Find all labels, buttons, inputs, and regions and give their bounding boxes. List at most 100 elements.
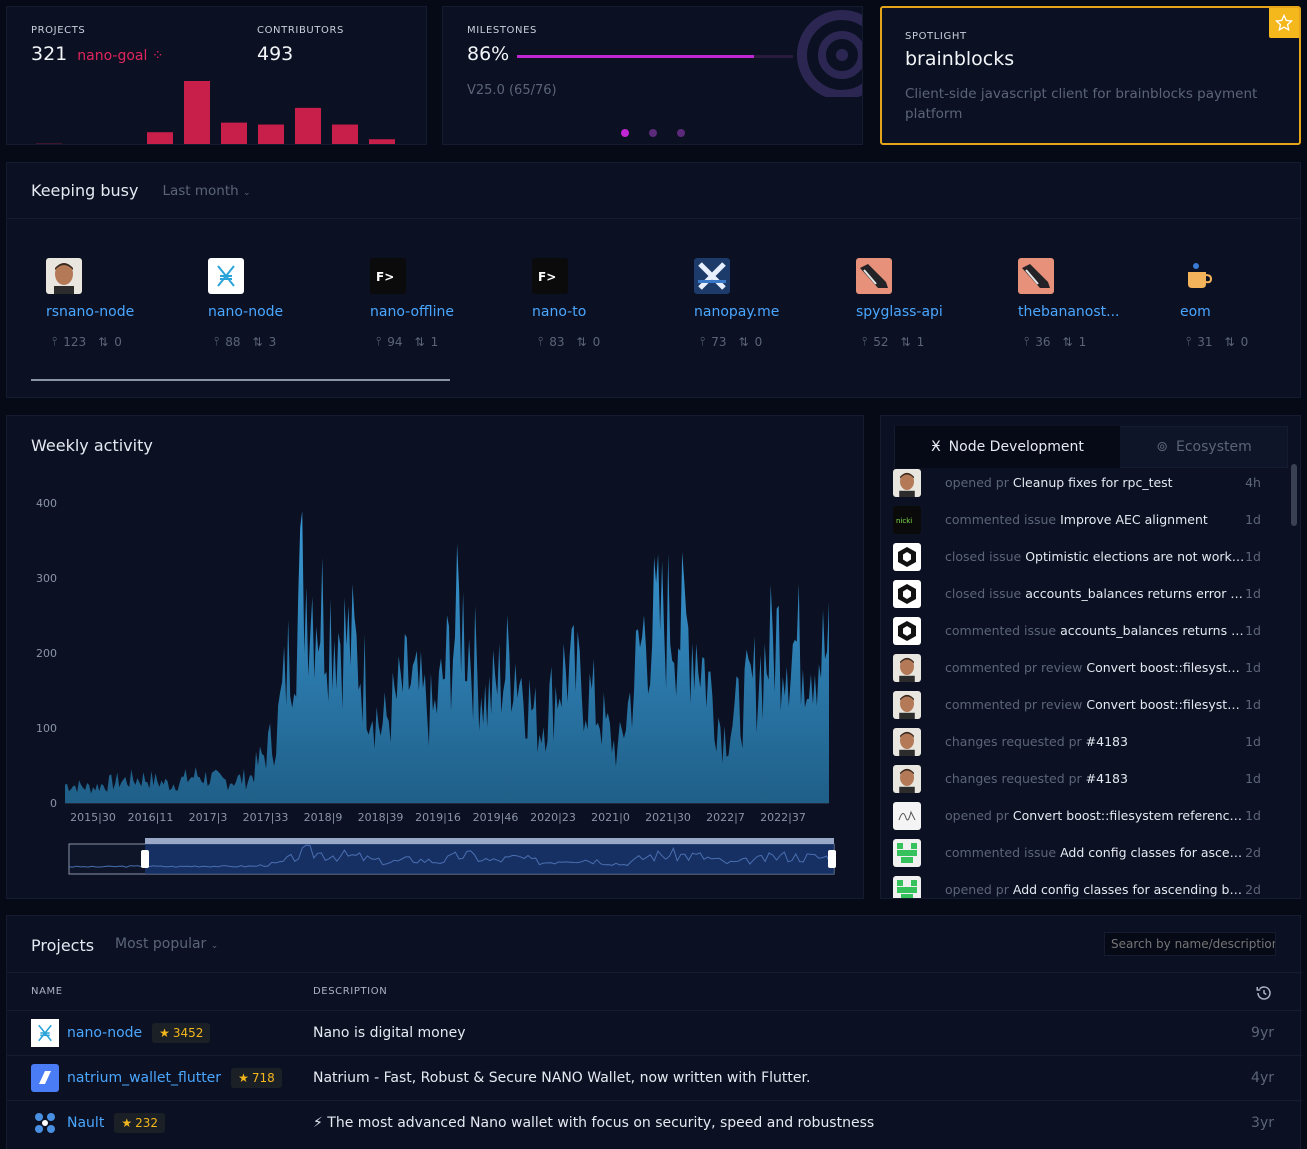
tab-ecosystem[interactable]: ⊚ Ecosystem [1121,426,1287,468]
feed-subject[interactable]: Convert boost::filesyste... [1086,660,1245,675]
user-avatar[interactable] [893,579,921,608]
busy-project-item[interactable]: nano-node ⫯ 88 ⇅ 3 [208,258,348,378]
user-avatar[interactable] [893,468,921,497]
feed-scrollbar[interactable] [1291,464,1297,526]
user-avatar[interactable] [893,542,921,571]
user-avatar[interactable] [893,764,921,793]
feed-subject[interactable]: Add config classes for ascending bo... [1013,882,1245,897]
feed-row[interactable]: commented pr review Convert boost::files… [881,649,1289,686]
zoom-window[interactable] [145,844,834,874]
project-link[interactable]: rsnano-node [46,304,186,320]
busy-project-item[interactable]: spyglass-api ⫯ 52 ⇅ 1 [856,258,996,378]
feed-subject[interactable]: Optimistic elections are not worki... [1025,549,1245,564]
feed-row[interactable]: opened pr Add config classes for ascendi… [881,871,1289,898]
feed-subject[interactable]: #4183 [1086,771,1128,786]
project-link[interactable]: nano-to [532,304,672,320]
star-icon: ★ [121,1116,133,1130]
feed-subject[interactable]: #4183 [1086,734,1128,749]
user-avatar[interactable] [893,875,921,898]
pr-count: 0 [754,334,763,349]
user-avatar[interactable] [893,616,921,645]
table-row[interactable]: nano-node ★ 3452 Nano is digital money 9y… [7,1010,1302,1055]
weekly-activity-chart: 400 300 200 100 0 2015|30 2016|11 2017|3 2017|33… [36,497,836,875]
project-link[interactable]: nano-offline [370,304,510,320]
user-avatar[interactable] [893,838,921,867]
table-row[interactable]: natrium_wallet_flutter ★ 718 Natrium - Fa… [7,1055,1302,1100]
project-link[interactable]: nano-node [208,304,348,320]
project-link[interactable]: nanopay.me [694,304,834,320]
project-link[interactable]: spyglass-api [856,304,996,320]
busy-project-item[interactable]: nanopay.me ⫯ 73 ⇅ 0 [694,258,834,378]
commit-icon: ⫯ [700,334,706,348]
project-icon [31,1019,59,1047]
carousel-dot[interactable] [649,129,657,137]
carousel-dot[interactable] [677,129,685,137]
feed-subject[interactable]: Improve AEC alignment [1060,512,1208,527]
spotlight-title[interactable]: brainblocks [905,48,1014,70]
x-tick-label: 2021|0 [591,811,630,824]
feed-action: opened pr [945,475,1009,490]
user-avatar[interactable] [893,653,921,682]
pr-count: 0 [1240,334,1249,349]
feed-row[interactable]: changes requested pr #4183 1d [881,760,1289,797]
feed-subject[interactable]: Add config classes for ascen... [1060,845,1245,860]
zoom-handle-left[interactable] [141,850,149,868]
project-avatar [1180,258,1216,294]
feed-subject[interactable]: Cleanup fixes for rpc_test [1013,475,1173,490]
project-avatar [1018,258,1054,294]
feed-row[interactable]: closed issue accounts_balances returns e… [881,575,1289,612]
feed-subject[interactable]: Convert boost::filesystem reference... [1013,808,1245,823]
user-avatar[interactable] [893,801,921,830]
feed-row[interactable]: closed issue Optimistic elections are no… [881,538,1289,575]
project-name-link[interactable]: Nault [67,1115,104,1131]
y-tick-label: 200 [36,647,57,660]
busy-project-item[interactable]: eom ⫯ 31 ⇅ 0 [1180,258,1307,378]
scroll-indicator[interactable] [31,379,450,381]
commit-count: 52 [873,334,889,349]
spotlight-card[interactable]: SPOTLIGHT brainblocks Client-side javasc… [880,6,1301,145]
sort-filter[interactable]: Most popular ⌄ [115,936,218,952]
project-description: Natrium - Fast, Robust & Secure NANO Wal… [313,1070,811,1086]
project-link[interactable]: thebananost... [1018,304,1158,320]
busy-project-item[interactable]: rsnano-node ⫯ 123 ⇅ 0 [46,258,186,378]
star-count-badge: ★ 232 [114,1113,165,1133]
search-input[interactable] [1104,932,1276,956]
zoom-handle-right[interactable] [828,850,836,868]
project-link[interactable]: eom [1180,304,1307,320]
user-avatar[interactable]: nicki [893,505,921,534]
feed-row[interactable]: changes requested pr #4183 1d [881,723,1289,760]
history-icon[interactable] [1255,984,1273,1006]
feed-row[interactable]: commented pr review Convert boost::files… [881,686,1289,723]
period-filter[interactable]: Last month ⌄ [162,183,250,199]
feed-action: changes requested pr [945,771,1082,786]
project-name-link[interactable]: natrium_wallet_flutter [67,1070,221,1086]
carousel-dot-active[interactable] [621,129,629,137]
project-name-link[interactable]: nano-node [67,1025,142,1041]
contributors-count: 493 [257,43,294,65]
user-avatar[interactable] [893,690,921,719]
commit-count: 31 [1197,334,1213,349]
tab-node-development[interactable]: Ӿ Node Development [895,426,1120,468]
table-row[interactable]: Nault ★ 232 ⚡ The most advanced Nano wall… [7,1100,1302,1145]
projects-count: 321 [31,43,68,65]
zoom-drag-bar[interactable] [145,838,834,844]
feed-time: 1d [1245,512,1261,527]
feed-row[interactable]: opened pr Cleanup fixes for rpc_test 4h [881,464,1289,501]
x-tick-label: 2019|46 [473,811,519,824]
busy-project-item[interactable]: thebananost... ⫯ 36 ⇅ 1 [1018,258,1158,378]
busy-project-item[interactable]: F> nano-to ⫯ 83 ⇅ 0 [532,258,672,378]
user-avatar[interactable] [893,727,921,756]
feed-subject[interactable]: accounts_balances returns error o... [1025,586,1245,601]
feed-row[interactable]: nicki commented issue Improve AEC alignm… [881,501,1289,538]
feed-action: commented issue [945,623,1057,638]
feed-row[interactable]: commented issue Add config classes for a… [881,834,1289,871]
feed-row[interactable]: opened pr Convert boost::filesystem refe… [881,797,1289,834]
feed-subject[interactable]: accounts_balances returns e... [1060,623,1245,638]
feed-row[interactable]: commented issue accounts_balances return… [881,612,1289,649]
nano-goal-link[interactable]: nano-goal ⁘ [77,48,163,64]
x-tick-label: 2019|16 [415,811,461,824]
contributors-label: CONTRIBUTORS [257,25,344,36]
feed-subject[interactable]: Convert boost::filesyste... [1086,697,1245,712]
busy-project-item[interactable]: F> nano-offline ⫯ 94 ⇅ 1 [370,258,510,378]
commit-icon: ⫯ [1186,334,1192,348]
